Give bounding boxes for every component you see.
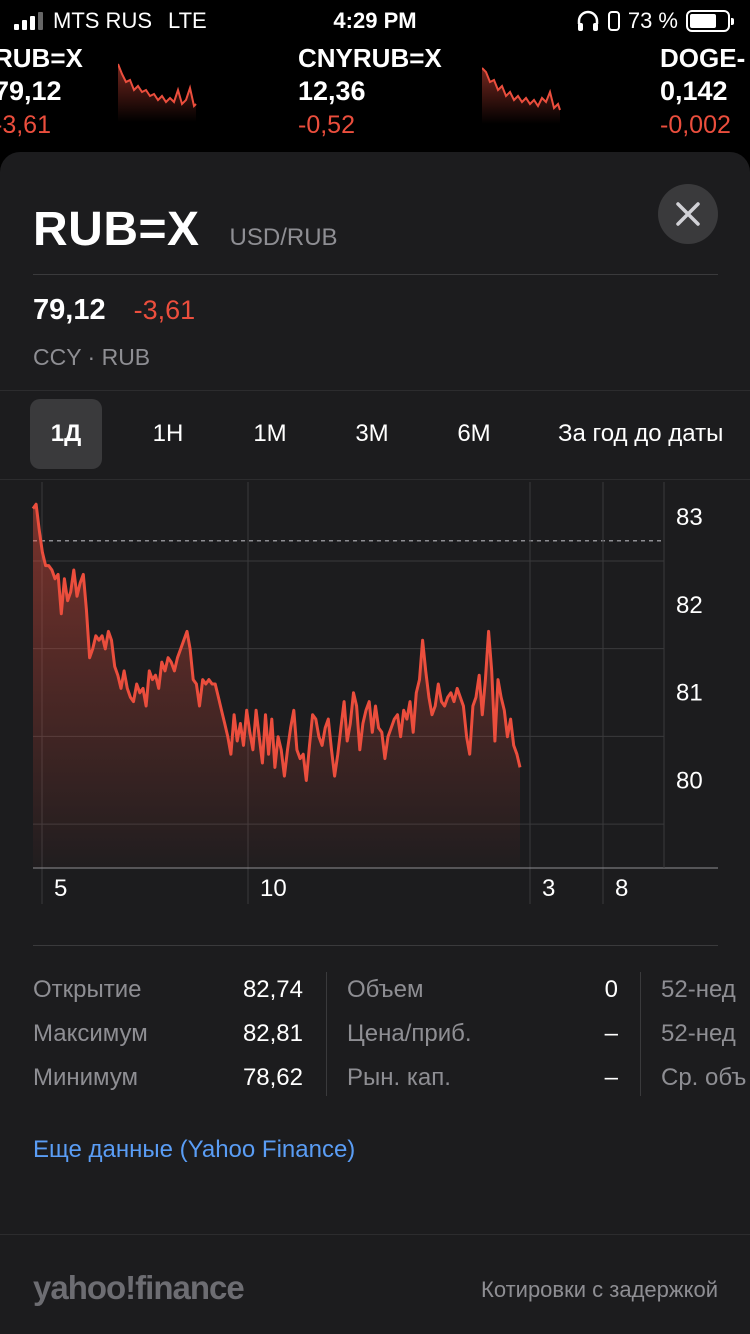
x-tick-label: 10 (260, 875, 287, 902)
chart-area-fill (33, 504, 520, 868)
stat-row: Открытие 82,74 Объем 0 52-нед (0, 968, 750, 1012)
stat-label: Цена/приб. (347, 1020, 472, 1047)
ticker-change: -0,002 (660, 111, 731, 139)
more-data-link[interactable]: Еще данные (Yahoo Finance) (33, 1136, 355, 1164)
quote-symbol: RUB=X (33, 203, 200, 256)
ticker-sparkline (118, 63, 197, 122)
quote-meta: CCY · RUB (33, 344, 151, 370)
ticker-change: -0,52 (298, 111, 355, 139)
price-change: -3,61 (133, 295, 196, 325)
stat-value: 82,81 (242, 1020, 303, 1047)
headphones-icon (577, 10, 599, 31)
ticker-change: -3,61 (0, 111, 51, 139)
range-tab-ytd[interactable]: За год до даты (540, 399, 750, 469)
ticker-item[interactable]: DOGE- 0,142 -0,002 (660, 42, 745, 142)
stat-value: – (604, 1064, 618, 1091)
stat-label: Максимум (33, 1020, 148, 1047)
battery-icon (686, 10, 734, 32)
price-chart[interactable]: 83 82 81 80 5 10 3 8 (0, 482, 750, 912)
range-tab-6m[interactable]: 6М (438, 399, 510, 469)
x-tick-label: 3 (542, 875, 555, 902)
range-selector: 1Д 1Н 1М 3М 6М За год до даты (0, 390, 750, 480)
stat-label: Объем (347, 976, 424, 1003)
stat-label: Рын. кап. (347, 1064, 451, 1091)
y-tick-label: 83 (676, 504, 703, 531)
ticker-sparkline (482, 67, 561, 124)
last-price: 79,12 (33, 294, 106, 326)
close-icon (676, 202, 700, 226)
stat-value: 0 (604, 976, 618, 1003)
y-tick-label: 81 (676, 680, 703, 707)
ticker-item[interactable]: RUB=X 79,12 -3,61 (0, 42, 197, 142)
stats-divider (33, 945, 718, 946)
range-tab-1w[interactable]: 1Н (132, 399, 204, 469)
stat-label: 52-нед (661, 1020, 736, 1047)
delayed-quotes-note: Котировки с задержкой (481, 1277, 718, 1302)
battery-percentage: 73 % (627, 8, 678, 33)
yahoo-finance-logo[interactable]: yahoo!finance (33, 1269, 245, 1307)
x-tick-label: 8 (615, 875, 628, 902)
stat-value: 78,62 (242, 1064, 303, 1091)
stat-label: Ср. объ (661, 1064, 747, 1091)
quote-detail-sheet: RUB=X USD/RUB 79,12 -3,61 CCY · RUB 1Д 1… (0, 152, 750, 1334)
close-button[interactable] (658, 184, 718, 244)
ticker-price: 12,36 (298, 76, 366, 106)
stat-label: Минимум (33, 1064, 139, 1091)
ticker-symbol: DOGE- (660, 43, 746, 73)
y-tick-label: 80 (676, 767, 703, 794)
ticker-symbol: RUB=X (0, 43, 83, 73)
battery-fill (690, 14, 717, 28)
ticker-item[interactable]: CNYRUB=X 12,36 -0,52 (298, 42, 561, 142)
stat-value: 82,74 (242, 976, 303, 1003)
rotation-lock-icon (607, 11, 620, 31)
range-tab-1d[interactable]: 1Д (30, 399, 102, 469)
ticker-price: 79,12 (0, 76, 62, 106)
stat-label: 52-нед (661, 976, 736, 1003)
ticker-price: 0,142 (660, 76, 728, 106)
ticker-symbol: CNYRUB=X (298, 43, 442, 73)
range-tab-3m[interactable]: 3М (336, 399, 408, 469)
range-tab-1m[interactable]: 1М (234, 399, 306, 469)
header-divider (33, 274, 718, 275)
quote-pair: USD/RUB (229, 224, 338, 251)
status-bar: MTS RUS LTE 4:29 PM 73 % (0, 0, 750, 40)
stat-value: – (604, 1020, 618, 1047)
footer: yahoo!finance Котировки с задержкой (0, 1234, 750, 1334)
stat-label: Открытие (33, 976, 142, 1003)
stats-table[interactable]: Открытие 82,74 Объем 0 52-нед Максимум 8… (0, 964, 750, 1104)
stat-row: Максимум 82,81 Цена/приб. – 52-нед (0, 1012, 750, 1056)
x-tick-label: 5 (54, 875, 67, 902)
price-chart-svg: 83 82 81 80 5 10 3 8 (31, 482, 718, 904)
y-tick-label: 82 (676, 592, 703, 619)
ticker-strip[interactable]: RUB=X 79,12 -3,61 CNYRUB=X 12,36 -0,52 D… (0, 40, 750, 150)
stat-row: Минимум 78,62 Рын. кап. – Ср. объ (0, 1056, 750, 1100)
